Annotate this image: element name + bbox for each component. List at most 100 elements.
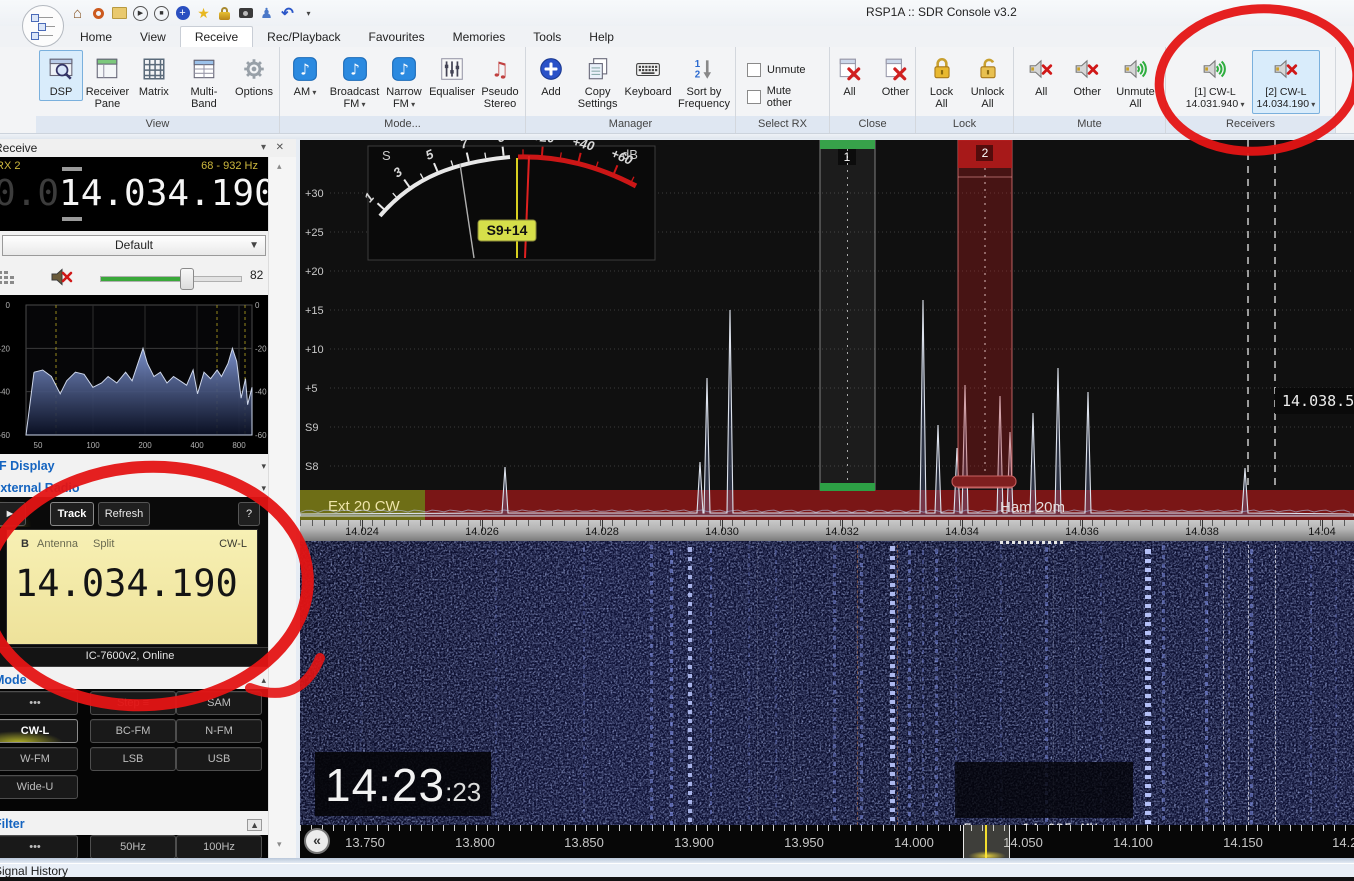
help-ring-icon[interactable] — [91, 6, 106, 21]
unmute-all-button[interactable]: UnmuteAll — [1111, 50, 1160, 113]
svg-text:1: 1 — [844, 150, 851, 164]
options-button[interactable]: Options — [232, 50, 276, 101]
ribbon-group-label: Close — [830, 116, 915, 133]
section-header-rf-display[interactable]: RF Display▾ — [0, 457, 296, 475]
sort-by-frequency-button[interactable]: 12Sort byFrequency — [676, 50, 732, 113]
multi-band-button[interactable]: Multi-Band — [178, 50, 230, 113]
mode-button-w-fm[interactable]: W-FM — [0, 747, 78, 771]
mute-other-checkbox[interactable]: Mute other — [747, 85, 818, 109]
am-button[interactable]: ♪AM ▾ — [283, 50, 327, 102]
tab-receive[interactable]: Receive — [180, 26, 253, 48]
filter-collapse-button[interactable]: ▲ — [247, 819, 262, 831]
lcd-antenna-label: Antenna — [37, 538, 78, 550]
mode-button-sam[interactable]: SAM — [176, 691, 262, 715]
cw-signal-trace — [1145, 545, 1151, 825]
other-button[interactable]: Other — [1065, 50, 1109, 101]
other-button[interactable]: Other — [874, 50, 918, 101]
cw-signal-trace — [833, 545, 836, 825]
status-bar[interactable]: Signal History — [0, 863, 1354, 878]
dsp-button[interactable]: DSP — [39, 50, 83, 101]
mode-button-usb[interactable]: USB — [176, 747, 262, 771]
scroll-up-icon[interactable]: ▴ — [277, 161, 282, 172]
checkbox-icon[interactable] — [747, 90, 761, 104]
mode-button-cw-l[interactable]: CW-L — [0, 719, 78, 743]
frequency-digits[interactable]: 0.014.034.190 — [0, 173, 276, 214]
all-button[interactable]: All — [1019, 50, 1063, 101]
camera-icon[interactable] — [238, 6, 253, 21]
section-header-external-radio[interactable]: External Radio▾ — [0, 479, 296, 497]
receiver-1-marker[interactable]: 1 — [820, 140, 875, 491]
waterfall-display[interactable]: 14:23:23 Freq: 14.035 MHz Span: ±12.010 … — [300, 541, 1354, 825]
ext-radio-refresh-button[interactable]: Refresh — [98, 502, 150, 526]
panel-close-icon[interactable]: ✕ — [276, 142, 284, 153]
undo-icon[interactable]: ↶ — [280, 6, 295, 21]
add-icon[interactable]: + — [175, 6, 190, 21]
receiver-2-marker[interactable]: 2 — [952, 140, 1016, 488]
tab-memories[interactable]: Memories — [439, 27, 520, 48]
section-header-filter[interactable]: Filter ▲ — [0, 815, 296, 833]
narrow-fm-button[interactable]: ♪NarrowFM ▾ — [382, 50, 426, 114]
cw-signal-trace — [583, 545, 585, 825]
volume-slider[interactable] — [100, 276, 242, 282]
rf-spectrum-display[interactable]: +30+25+20+15+10+5S9S8Ext 20 CWHam 20m121… — [300, 140, 1354, 520]
1-cw-l-14-031-940-button[interactable]: [1] CW-L14.031.940 ▾ — [1181, 50, 1250, 114]
folder-icon[interactable] — [112, 6, 127, 21]
tab-view[interactable]: View — [126, 27, 180, 48]
unlock-all-button[interactable]: UnlockAll — [966, 50, 1010, 113]
2-cw-l-14-034-190-button[interactable]: [2] CW-L14.034.190 ▾ — [1252, 50, 1321, 114]
nav-back-button[interactable]: « — [304, 828, 330, 854]
ext-radio-track-button[interactable]: Track — [50, 502, 94, 526]
favourite-star-icon[interactable]: ★ — [196, 6, 211, 21]
mode-button-wide-u[interactable]: Wide-U — [0, 775, 78, 799]
pseudo-stereo-button[interactable]: ♫PseudoStereo — [478, 50, 522, 113]
nav-selection-region[interactable] — [963, 825, 1010, 858]
matrix-button[interactable]: Matrix — [132, 50, 176, 101]
checkbox-icon[interactable] — [747, 63, 761, 77]
nav-scale-label: 13.950 — [784, 835, 824, 850]
ext-radio-play-button[interactable]: ► — [0, 502, 26, 526]
tab-favourites[interactable]: Favourites — [355, 27, 439, 48]
mode-button-n-fm[interactable]: N-FM — [176, 719, 262, 743]
tab-help[interactable]: Help — [575, 27, 628, 48]
keyboard-button[interactable]: Keyboard — [622, 50, 674, 101]
preset-dropdown[interactable]: Default ▼ — [2, 235, 266, 256]
home-icon[interactable]: ⌂ — [70, 6, 85, 21]
lock-all-button[interactable]: LockAll — [920, 50, 964, 113]
all-button[interactable]: All — [828, 50, 872, 101]
band-navigation-bar[interactable]: 13.75013.80013.85013.90013.95014.00014.0… — [300, 825, 1354, 858]
mute-speaker-icon[interactable] — [50, 267, 74, 287]
mode-button-lsb[interactable]: LSB — [90, 747, 176, 771]
panel-menu-icon[interactable]: ▾ — [261, 142, 266, 153]
audio-levels-icon[interactable] — [0, 269, 18, 285]
tab-tools[interactable]: Tools — [519, 27, 575, 48]
filter-button-100hz[interactable]: 100Hz — [176, 835, 262, 858]
ext-radio-help-button[interactable]: ? — [238, 502, 260, 526]
frequency-display-panel[interactable]: RX 2 68 - 932 Hz 0.014.034.190 — [0, 157, 268, 231]
tab-rec-playback[interactable]: Rec/Playback — [253, 27, 354, 48]
mode-button-step[interactable]: Step ≡ — [90, 691, 176, 715]
lock-icon[interactable] — [217, 6, 232, 21]
spectrum-frequency-scale[interactable]: 14.02414.02614.02814.03014.03214.03414.0… — [300, 520, 1354, 541]
receiver-pane-button[interactable]: ReceiverPane — [85, 50, 130, 113]
broadcast-fm-button[interactable]: ♪BroadcastFM ▾ — [329, 50, 380, 114]
unmute-checkbox[interactable]: Unmute — [747, 63, 806, 77]
copy-settings-button[interactable]: CopySettings — [575, 50, 620, 113]
play-icon[interactable]: ▶ — [133, 6, 148, 21]
filter-button-50hz[interactable]: 50Hz — [90, 835, 176, 858]
mode-button-[interactable]: ••• — [0, 691, 78, 715]
section-header-mode[interactable]: Mode▴ — [0, 671, 296, 689]
filter-button-[interactable]: ••• — [0, 835, 78, 858]
toolbar-more-icon[interactable]: ▾ — [301, 6, 316, 21]
external-radio-status: IC-7600v2, Online — [0, 647, 268, 667]
nav-scale-label: 13.900 — [674, 835, 714, 850]
application-menu-button[interactable] — [22, 5, 64, 47]
mode-button-bc-fm[interactable]: BC-FM — [90, 719, 176, 743]
stop-icon[interactable]: ■ — [154, 6, 169, 21]
add-button[interactable]: Add — [529, 50, 573, 101]
equaliser-button[interactable]: Equaliser — [428, 50, 476, 101]
tab-home[interactable]: Home — [66, 27, 126, 48]
user-icon[interactable]: ♟ — [259, 6, 274, 21]
volume-slider-thumb[interactable] — [180, 268, 194, 290]
scroll-down-icon[interactable]: ▾ — [277, 839, 282, 850]
sidebar-scrollbar[interactable]: ▴ ▾ — [268, 157, 296, 858]
